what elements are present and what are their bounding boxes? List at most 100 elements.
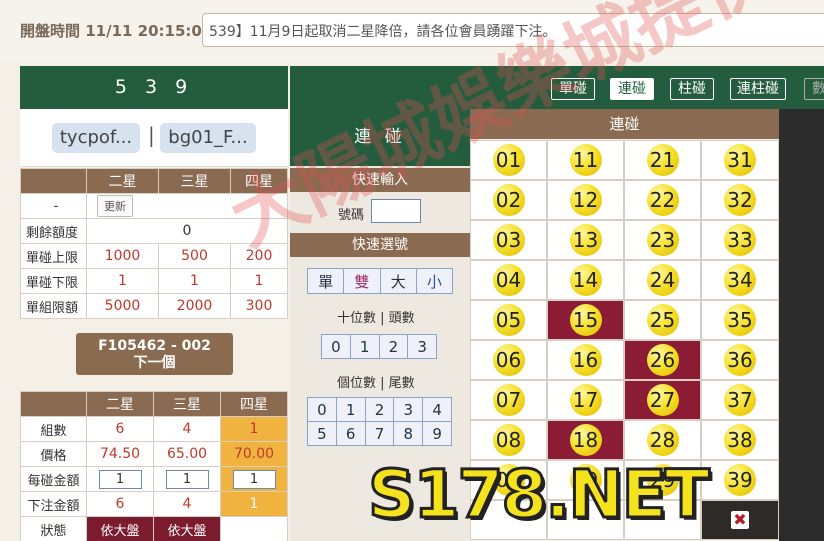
number-cell-01[interactable]: 01 — [470, 140, 547, 180]
number-ball: 12 — [569, 184, 602, 216]
status-label: 狀態 — [20, 516, 87, 541]
grid-title: 連碰 — [470, 109, 779, 139]
number-cell-15[interactable]: 15 — [547, 300, 624, 340]
close-icon[interactable]: ✖ — [731, 511, 749, 529]
units-8-button[interactable]: 8 — [393, 421, 424, 446]
clear-cell[interactable]: ✖ — [701, 500, 779, 540]
number-cell-02[interactable]: 02 — [470, 180, 547, 220]
number-cell-13[interactable]: 13 — [547, 220, 624, 260]
number-cell-24[interactable]: 24 — [624, 260, 701, 300]
update-button[interactable]: 更新 — [97, 195, 133, 217]
number-ball: 16 — [569, 344, 602, 376]
number-cell-32[interactable]: 32 — [701, 180, 779, 220]
number-cell-35[interactable]: 35 — [701, 300, 779, 340]
units-5-button[interactable]: 5 — [307, 421, 337, 446]
number-ball: 11 — [569, 144, 602, 176]
number-ball: 01 — [492, 144, 525, 176]
number-input[interactable] — [371, 199, 421, 223]
number-ball: 23 — [646, 224, 679, 256]
number-ball: 18 — [569, 424, 602, 456]
number-cell-05[interactable]: 05 — [470, 300, 547, 340]
number-cell-11[interactable]: 11 — [547, 140, 624, 180]
mode-consecutive-button[interactable]: 連碰 — [610, 78, 654, 100]
units-3-button[interactable]: 3 — [393, 397, 424, 422]
units-selector: 0 1 2 3 4 5 6 7 8 9 — [307, 397, 452, 446]
tens-2-button[interactable]: 2 — [378, 334, 409, 359]
number-ball: 03 — [492, 224, 525, 256]
bet-table: 二星 三星 四星 組數 6 4 1 價格 74.50 65.00 70.00 每… — [20, 391, 288, 541]
number-ball: 39 — [724, 464, 756, 496]
tens-0-button[interactable]: 0 — [321, 334, 351, 359]
big-button[interactable]: 大 — [379, 268, 417, 294]
mode-single-button[interactable]: 單碰 — [551, 78, 595, 100]
number-cell-38[interactable]: 38 — [701, 420, 779, 460]
parity-size-selector: 單 雙 大 小 — [306, 268, 454, 294]
units-0-button[interactable]: 0 — [307, 397, 337, 422]
number-cell-37[interactable]: 37 — [701, 380, 779, 420]
bet-header-4star: 四星 — [220, 391, 288, 417]
number-ball: 15 — [569, 304, 602, 336]
number-cell-06[interactable]: 06 — [470, 340, 547, 380]
quota-table: 二星 三星 四星 - 更新 剩餘額度 0 單碰上限 1000 500 200 單… — [20, 168, 288, 319]
mode-more-button[interactable]: 數 — [804, 78, 824, 100]
number-cell-07[interactable]: 07 — [470, 380, 547, 420]
number-cell-22[interactable]: 22 — [624, 180, 701, 220]
number-cell-12[interactable]: 12 — [547, 180, 624, 220]
per-amount-3star-input[interactable]: 1 — [165, 469, 209, 489]
group-limit-3star: 2000 — [158, 293, 231, 319]
small-button[interactable]: 小 — [415, 268, 454, 294]
next-button[interactable]: F105462 - 002 下一個 — [76, 333, 233, 375]
mode-consecutive-column-button[interactable]: 連柱碰 — [730, 78, 786, 100]
number-cell-23[interactable]: 23 — [624, 220, 701, 260]
number-ball: 21 — [646, 144, 679, 176]
number-label: 號碼 — [338, 208, 365, 223]
units-6-button[interactable]: 6 — [335, 421, 366, 446]
group-count-2star: 6 — [86, 416, 154, 442]
number-ball: 13 — [569, 224, 602, 256]
number-cell-03[interactable]: 03 — [470, 220, 547, 260]
number-cell-28[interactable]: 28 — [624, 420, 701, 460]
number-cell-39[interactable]: 39 — [701, 460, 779, 500]
number-cell-25[interactable]: 25 — [624, 300, 701, 340]
odd-button[interactable]: 單 — [306, 268, 345, 294]
number-cell-31[interactable]: 31 — [701, 140, 779, 180]
number-ball: 34 — [724, 264, 756, 296]
number-cell-17[interactable]: 17 — [547, 380, 624, 420]
right-border — [779, 109, 824, 541]
group-limit-4star: 300 — [230, 293, 288, 319]
number-ball: 38 — [724, 424, 756, 456]
number-cell-27[interactable]: 27 — [624, 380, 701, 420]
tens-3-button[interactable]: 3 — [407, 334, 437, 359]
price-3star: 65.00 — [153, 441, 221, 467]
bet-amount-3star: 4 — [153, 491, 221, 517]
mode-column-button[interactable]: 柱碰 — [670, 78, 714, 100]
number-cell-26[interactable]: 26 — [624, 340, 701, 380]
site-watermark: S178.NET — [367, 456, 712, 533]
number-cell-04[interactable]: 04 — [470, 260, 547, 300]
number-cell-16[interactable]: 16 — [547, 340, 624, 380]
number-cell-36[interactable]: 36 — [701, 340, 779, 380]
units-2-button[interactable]: 2 — [364, 397, 395, 422]
user-pill-right[interactable]: bg01_F... — [160, 123, 256, 153]
number-cell-18[interactable]: 18 — [547, 420, 624, 460]
per-amount-2star-input[interactable]: 1 — [98, 469, 142, 489]
tens-1-button[interactable]: 1 — [349, 334, 380, 359]
quick-input-header: 快速輸入 — [290, 168, 470, 192]
even-button[interactable]: 雙 — [343, 268, 381, 294]
number-cell-08[interactable]: 08 — [470, 420, 547, 460]
number-cell-34[interactable]: 34 — [701, 260, 779, 300]
units-4-button[interactable]: 4 — [422, 397, 452, 422]
user-pill-left[interactable]: tycpof... — [52, 123, 140, 153]
number-cell-14[interactable]: 14 — [547, 260, 624, 300]
units-1-button[interactable]: 1 — [335, 397, 366, 422]
number-ball: 25 — [646, 304, 679, 336]
number-cell-21[interactable]: 21 — [624, 140, 701, 180]
price-4star: 70.00 — [220, 441, 288, 467]
max-per-bet-3star: 500 — [158, 243, 231, 269]
number-cell-33[interactable]: 33 — [701, 220, 779, 260]
units-9-button[interactable]: 9 — [422, 421, 452, 446]
number-ball: 17 — [569, 384, 602, 416]
per-amount-4star-input[interactable]: 1 — [232, 469, 276, 489]
status-2star: 依大盤 — [86, 516, 154, 541]
units-7-button[interactable]: 7 — [364, 421, 395, 446]
